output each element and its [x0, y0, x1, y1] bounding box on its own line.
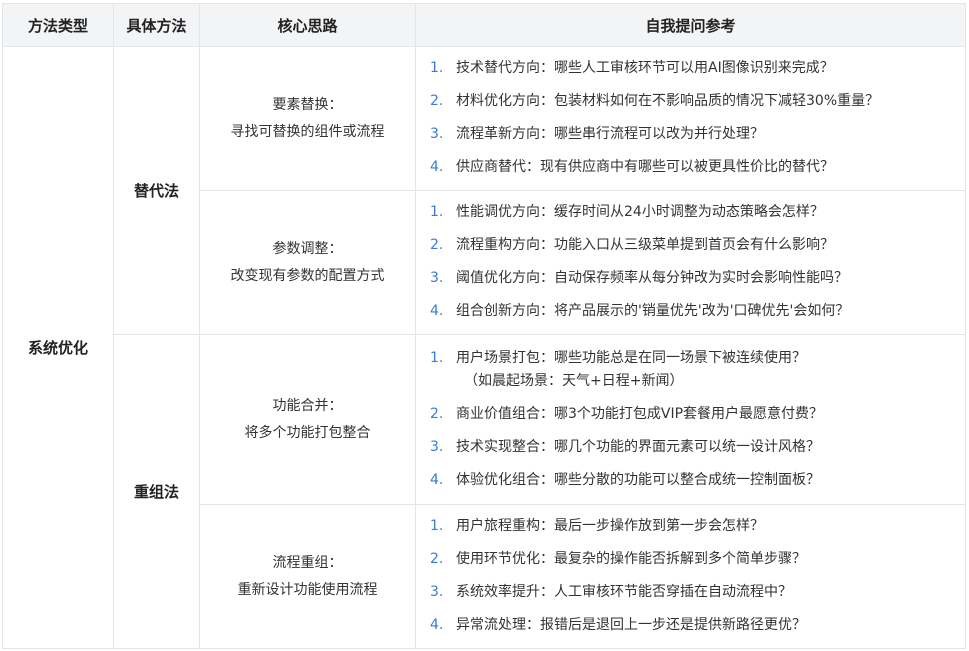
method-cell: 替代法	[113, 46, 200, 335]
question-text: 材料优化方向：包装材料如何在不影响品质的情况下减轻30%重量？	[456, 93, 880, 109]
question-item: 3. 技术实现整合：哪几个功能的界面元素可以统一设计风格？	[430, 438, 965, 457]
question-text: 商业价值组合：哪3个功能打包成VIP套餐用户最愿意付费？	[456, 405, 824, 422]
idea-cell: 参数调整： 改变现有参数的配置方式	[199, 190, 416, 335]
idea-title: 参数调整：	[272, 240, 343, 257]
question-item: 1. 技术替代方向：哪些人工审核环节可以用AI图像识别来完成？	[430, 59, 965, 78]
idea-desc: 改变现有参数的配置方式	[230, 267, 385, 284]
question-item: 3. 系统效率提升：人工审核环节能否穿插在自动流程中？	[430, 583, 965, 602]
question-number: 4.	[430, 617, 444, 633]
idea-desc: 寻找可替换的组件或流程	[230, 123, 385, 140]
question-number: 4.	[430, 471, 444, 488]
question-number: 3.	[430, 126, 444, 142]
idea-cell: 功能合并： 将多个功能打包整合	[199, 334, 416, 505]
header-questions: 自我提问参考	[415, 3, 966, 47]
idea-title: 流程重组：	[272, 554, 343, 571]
question-number: 2.	[430, 405, 444, 422]
questions-cell: 1. 性能调优方向：缓存时间从24小时调整为动态策略会怎样？ 2. 流程重构方向：功…	[415, 190, 966, 335]
question-text: 技术实现整合：哪几个功能的界面元素可以统一设计风格？	[456, 438, 820, 455]
question-item: 2. 使用环节优化：最复杂的操作能否拆解到多个简单步骤？	[430, 550, 965, 569]
question-item: 3. 流程革新方向：哪些串行流程可以改为并行处理？	[430, 125, 965, 144]
idea-title: 要素替换：	[272, 96, 343, 113]
question-item: 1. 性能调优方向：缓存时间从24小时调整为动态策略会怎样？	[430, 203, 965, 222]
question-number: 1.	[430, 349, 444, 366]
idea-cell: 流程重组： 重新设计功能使用流程	[199, 504, 416, 649]
question-item: 1. 用户旅程重构：最后一步操作放到第一步会怎样？	[430, 517, 965, 536]
question-item: 1. 用户场景打包：哪些功能总是在同一场景下被连续使用？ （如晨起场景：天气+日程+…	[430, 349, 965, 391]
header-method-type: 方法类型	[2, 3, 114, 47]
question-number: 2.	[430, 93, 444, 109]
question-item: 3. 阈值优化方向：自动保存频率从每分钟改为实时会影响性能吗？	[430, 269, 965, 288]
question-text: 系统效率提升：人工审核环节能否穿插在自动流程中？	[456, 584, 792, 600]
idea-cell: 要素替换： 寻找可替换的组件或流程	[199, 46, 416, 191]
question-list: 1. 技术替代方向：哪些人工审核环节可以用AI图像识别来完成？ 2. 材料优化方向：…	[430, 59, 965, 177]
question-number: 2.	[430, 551, 444, 567]
question-number: 1.	[430, 60, 444, 76]
question-number: 3.	[430, 438, 444, 455]
method-label: 重组法	[133, 483, 179, 501]
question-text: 技术替代方向：哪些人工审核环节可以用AI图像识别来完成？	[456, 60, 834, 76]
idea-desc: 重新设计功能使用流程	[237, 581, 378, 598]
question-text: 异常流处理：报错后是退回上一步还是提供新路径更优？	[456, 617, 806, 633]
question-item: 2. 流程重构方向：功能入口从三级菜单提到首页会有什么影响？	[430, 236, 965, 255]
question-number: 1.	[430, 204, 444, 220]
method-label: 替代法	[133, 182, 179, 200]
header-row: 方法类型 具体方法 核心思路 自我提问参考	[2, 3, 966, 47]
question-item: 4. 供应商替代：现有供应商中有哪些可以被更具性价比的替代？	[430, 158, 965, 177]
question-number: 2.	[430, 237, 444, 253]
table-row: 系统优化 替代法 要素替换： 寻找可替换的组件或流程 1. 技术替代方向：哪些人工…	[2, 46, 966, 649]
question-text: 组合创新方向：将产品展示的'销量优先'改为'口碑优先'会如何？	[456, 303, 850, 319]
question-number: 4.	[430, 303, 444, 319]
questions-cell: 1. 用户场景打包：哪些功能总是在同一场景下被连续使用？ （如晨起场景：天气+日程+…	[415, 334, 966, 505]
question-text: 供应商替代：现有供应商中有哪些可以被更具性价比的替代？	[456, 159, 834, 175]
question-text: 阈值优化方向：自动保存频率从每分钟改为实时会影响性能吗？	[456, 270, 848, 286]
header-core-idea: 核心思路	[199, 3, 416, 47]
method-table: 方法类型 具体方法 核心思路 自我提问参考 系统优化 替代法 要素替换： 寻找可…	[2, 3, 966, 649]
question-number: 1.	[430, 518, 444, 534]
question-main-text: 用户场景打包：哪些功能总是在同一场景下被连续使用？	[456, 349, 806, 366]
idea-desc: 将多个功能打包整合	[244, 424, 371, 441]
question-item: 4. 异常流处理：报错后是退回上一步还是提供新路径更优？	[430, 616, 965, 635]
question-text: 用户旅程重构：最后一步操作放到第一步会怎样？	[456, 518, 764, 534]
method-cell: 重组法	[113, 334, 200, 649]
question-text: 体验优化组合：哪些分散的功能可以整合成统一控制面板？	[456, 471, 820, 488]
question-sub-text: （如晨起场景：天气+日程+新闻）	[464, 372, 684, 389]
question-number: 3.	[430, 270, 444, 286]
question-list: 1. 性能调优方向：缓存时间从24小时调整为动态策略会怎样？ 2. 流程重构方向：功…	[430, 203, 965, 321]
questions-cell: 1. 用户旅程重构：最后一步操作放到第一步会怎样？ 2. 使用环节优化：最复杂的操作…	[415, 504, 966, 649]
question-item: 4. 体验优化组合：哪些分散的功能可以整合成统一控制面板？	[430, 471, 965, 490]
questions-cell: 1. 技术替代方向：哪些人工审核环节可以用AI图像识别来完成？ 2. 材料优化方向：…	[415, 46, 966, 191]
category-label: 系统优化	[27, 339, 88, 357]
question-item: 2. 商业价值组合：哪3个功能打包成VIP套餐用户最愿意付费？	[430, 405, 965, 424]
question-text: 性能调优方向：缓存时间从24小时调整为动态策略会怎样？	[456, 204, 824, 220]
idea-title: 功能合并：	[272, 397, 343, 414]
question-text: 流程革新方向：哪些串行流程可以改为并行处理？	[456, 126, 764, 142]
header-specific-method: 具体方法	[113, 3, 200, 47]
question-text: 用户场景打包：哪些功能总是在同一场景下被连续使用？ （如晨起场景：天气+日程+新闻…	[456, 349, 806, 391]
question-text: 流程重构方向：功能入口从三级菜单提到首页会有什么影响？	[456, 237, 834, 253]
question-list: 1. 用户场景打包：哪些功能总是在同一场景下被连续使用？ （如晨起场景：天气+日程+…	[430, 349, 965, 490]
category-cell: 系统优化	[2, 46, 114, 649]
question-item: 4. 组合创新方向：将产品展示的'销量优先'改为'口碑优先'会如何？	[430, 302, 965, 321]
question-item: 2. 材料优化方向：包装材料如何在不影响品质的情况下减轻30%重量？	[430, 92, 965, 111]
question-text: 使用环节优化：最复杂的操作能否拆解到多个简单步骤？	[456, 551, 806, 567]
question-number: 3.	[430, 584, 444, 600]
question-number: 4.	[430, 159, 444, 175]
table-row: 重组法 功能合并： 将多个功能打包整合 1. 用户场景打包：哪些功能总是在同一场景…	[3, 334, 966, 649]
question-list: 1. 用户旅程重构：最后一步操作放到第一步会怎样？ 2. 使用环节优化：最复杂的操作…	[430, 517, 965, 635]
